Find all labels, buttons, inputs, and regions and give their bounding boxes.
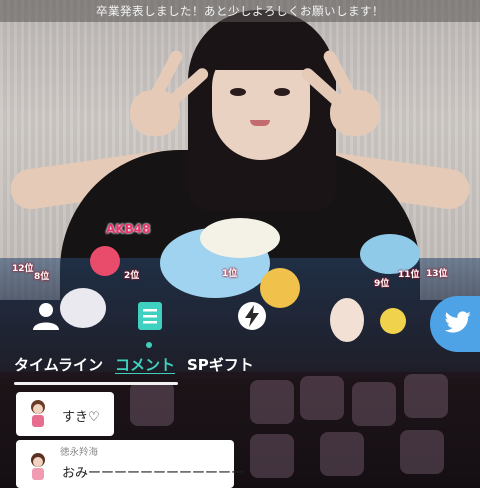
lightning-icon[interactable] [236,300,268,332]
avatar [31,453,45,480]
twitter-share-button[interactable] [430,296,480,352]
comment-text: すき♡ [62,410,100,425]
active-indicator-dot [146,342,152,348]
rank-label: 11位 [398,270,420,280]
rank-label: 2位 [124,271,140,281]
akb48-logo: AKB48 [106,222,151,236]
rank-label: 12位 [12,264,34,274]
announcement-banner: 卒業発表しました！あと少しよろしくお願いします！ [0,0,480,22]
twitter-bird-icon [444,311,471,333]
rank-label: 1位 [222,269,238,279]
rank-label: 13位 [426,269,448,279]
avatar [31,400,45,427]
tab-comments[interactable]: コメント [115,354,175,376]
live-stream-screen: AKB48 12位 8位 2位 1位 9位 11位 13位 卒業発表しました！あ… [0,0,480,488]
comment-card: 徳永羚海 おみーーーーーーーーーーーー [16,440,244,488]
rank-label: 9位 [374,279,390,289]
rank-label: 8位 [34,272,50,282]
commenter-name: 徳永羚海 [60,447,99,458]
announcement-text: 卒業発表しました！あと少しよろしくお願いします！ [96,4,384,18]
tab-sp-gift[interactable]: SPギフト [187,354,254,376]
profile-icon[interactable] [30,300,62,332]
comment-text: おみーーーーーーーーーーーー [62,466,245,481]
tab-bar: タイムライン コメント SPギフト [14,354,254,376]
tab-timeline[interactable]: タイムライン [14,354,103,376]
comment-list-icon[interactable] [134,300,166,332]
comment-card: すき♡ [16,392,114,436]
tab-divider [14,382,178,385]
